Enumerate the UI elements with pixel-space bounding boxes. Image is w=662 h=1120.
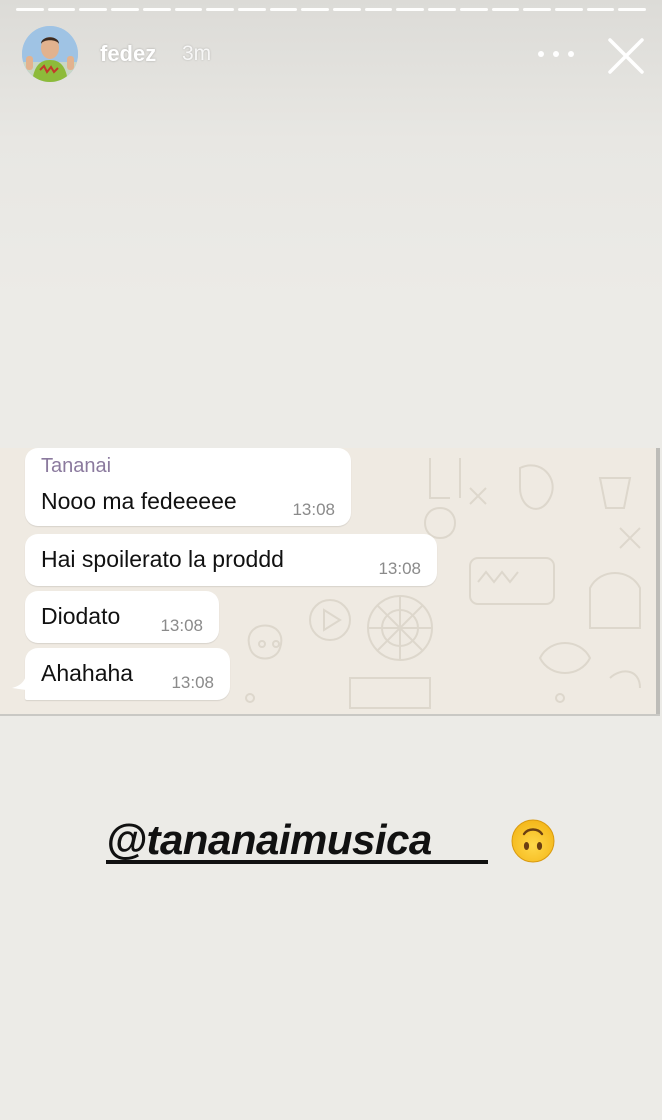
progress-segment bbox=[237, 8, 266, 11]
chat-message-bubble: Diodato 13:08 bbox=[25, 591, 219, 643]
progress-segment bbox=[554, 8, 583, 11]
progress-segment bbox=[618, 8, 647, 11]
progress-segment bbox=[206, 8, 234, 11]
chat-screenshot-edge bbox=[656, 448, 660, 714]
progress-segment bbox=[459, 8, 488, 11]
dot bbox=[538, 51, 544, 57]
avatar[interactable] bbox=[22, 26, 78, 82]
story-header: fedez 3m bbox=[0, 24, 662, 84]
progress-segment bbox=[269, 8, 298, 11]
progress-segment bbox=[333, 8, 361, 11]
progress-segment bbox=[47, 8, 76, 11]
progress-segment bbox=[174, 8, 203, 11]
dot bbox=[568, 51, 574, 57]
bubble-tail bbox=[12, 676, 26, 690]
more-horizontal-icon[interactable] bbox=[538, 40, 574, 68]
message-text: Diodato bbox=[41, 603, 121, 629]
chat-message-bubble: Tananai Nooo ma fedeeeee 13:08 bbox=[25, 448, 351, 526]
chat-message-bubble: Ahahaha 13:08 bbox=[25, 648, 230, 700]
progress-segment bbox=[396, 8, 425, 11]
mention-underline bbox=[106, 860, 488, 864]
story-time-ago: 3m bbox=[182, 42, 212, 65]
chat-screenshot-border bbox=[0, 714, 660, 716]
message-time: 13:08 bbox=[160, 616, 203, 635]
message-text: Nooo ma fedeeeee bbox=[41, 488, 237, 514]
progress-segment bbox=[586, 8, 615, 11]
message-time: 13:08 bbox=[171, 673, 214, 692]
message-text: Hai spoilerato la proddd bbox=[41, 546, 284, 572]
progress-segment bbox=[16, 8, 44, 11]
dot bbox=[553, 51, 559, 57]
progress-segment bbox=[142, 8, 171, 11]
upside-down-face-emoji bbox=[511, 819, 555, 863]
close-icon[interactable] bbox=[604, 34, 648, 78]
chat-screenshot: Tananai Nooo ma fedeeeee 13:08 Hai spoil… bbox=[0, 448, 656, 714]
message-text: Ahahaha bbox=[41, 660, 134, 686]
story-username[interactable]: fedez bbox=[100, 41, 156, 67]
message-time: 13:08 bbox=[378, 559, 421, 578]
story-progress-bar bbox=[16, 8, 647, 12]
message-sender: Tananai bbox=[41, 455, 112, 477]
progress-segment bbox=[491, 8, 520, 11]
progress-segment bbox=[79, 8, 108, 11]
progress-segment bbox=[523, 8, 551, 11]
chat-message-bubble: Hai spoilerato la proddd 13:08 bbox=[25, 534, 437, 586]
message-time: 13:08 bbox=[292, 500, 335, 519]
progress-segment bbox=[301, 8, 330, 11]
progress-segment bbox=[428, 8, 456, 11]
avatar-photo bbox=[22, 26, 78, 82]
progress-segment bbox=[364, 8, 393, 11]
progress-segment bbox=[111, 8, 139, 11]
